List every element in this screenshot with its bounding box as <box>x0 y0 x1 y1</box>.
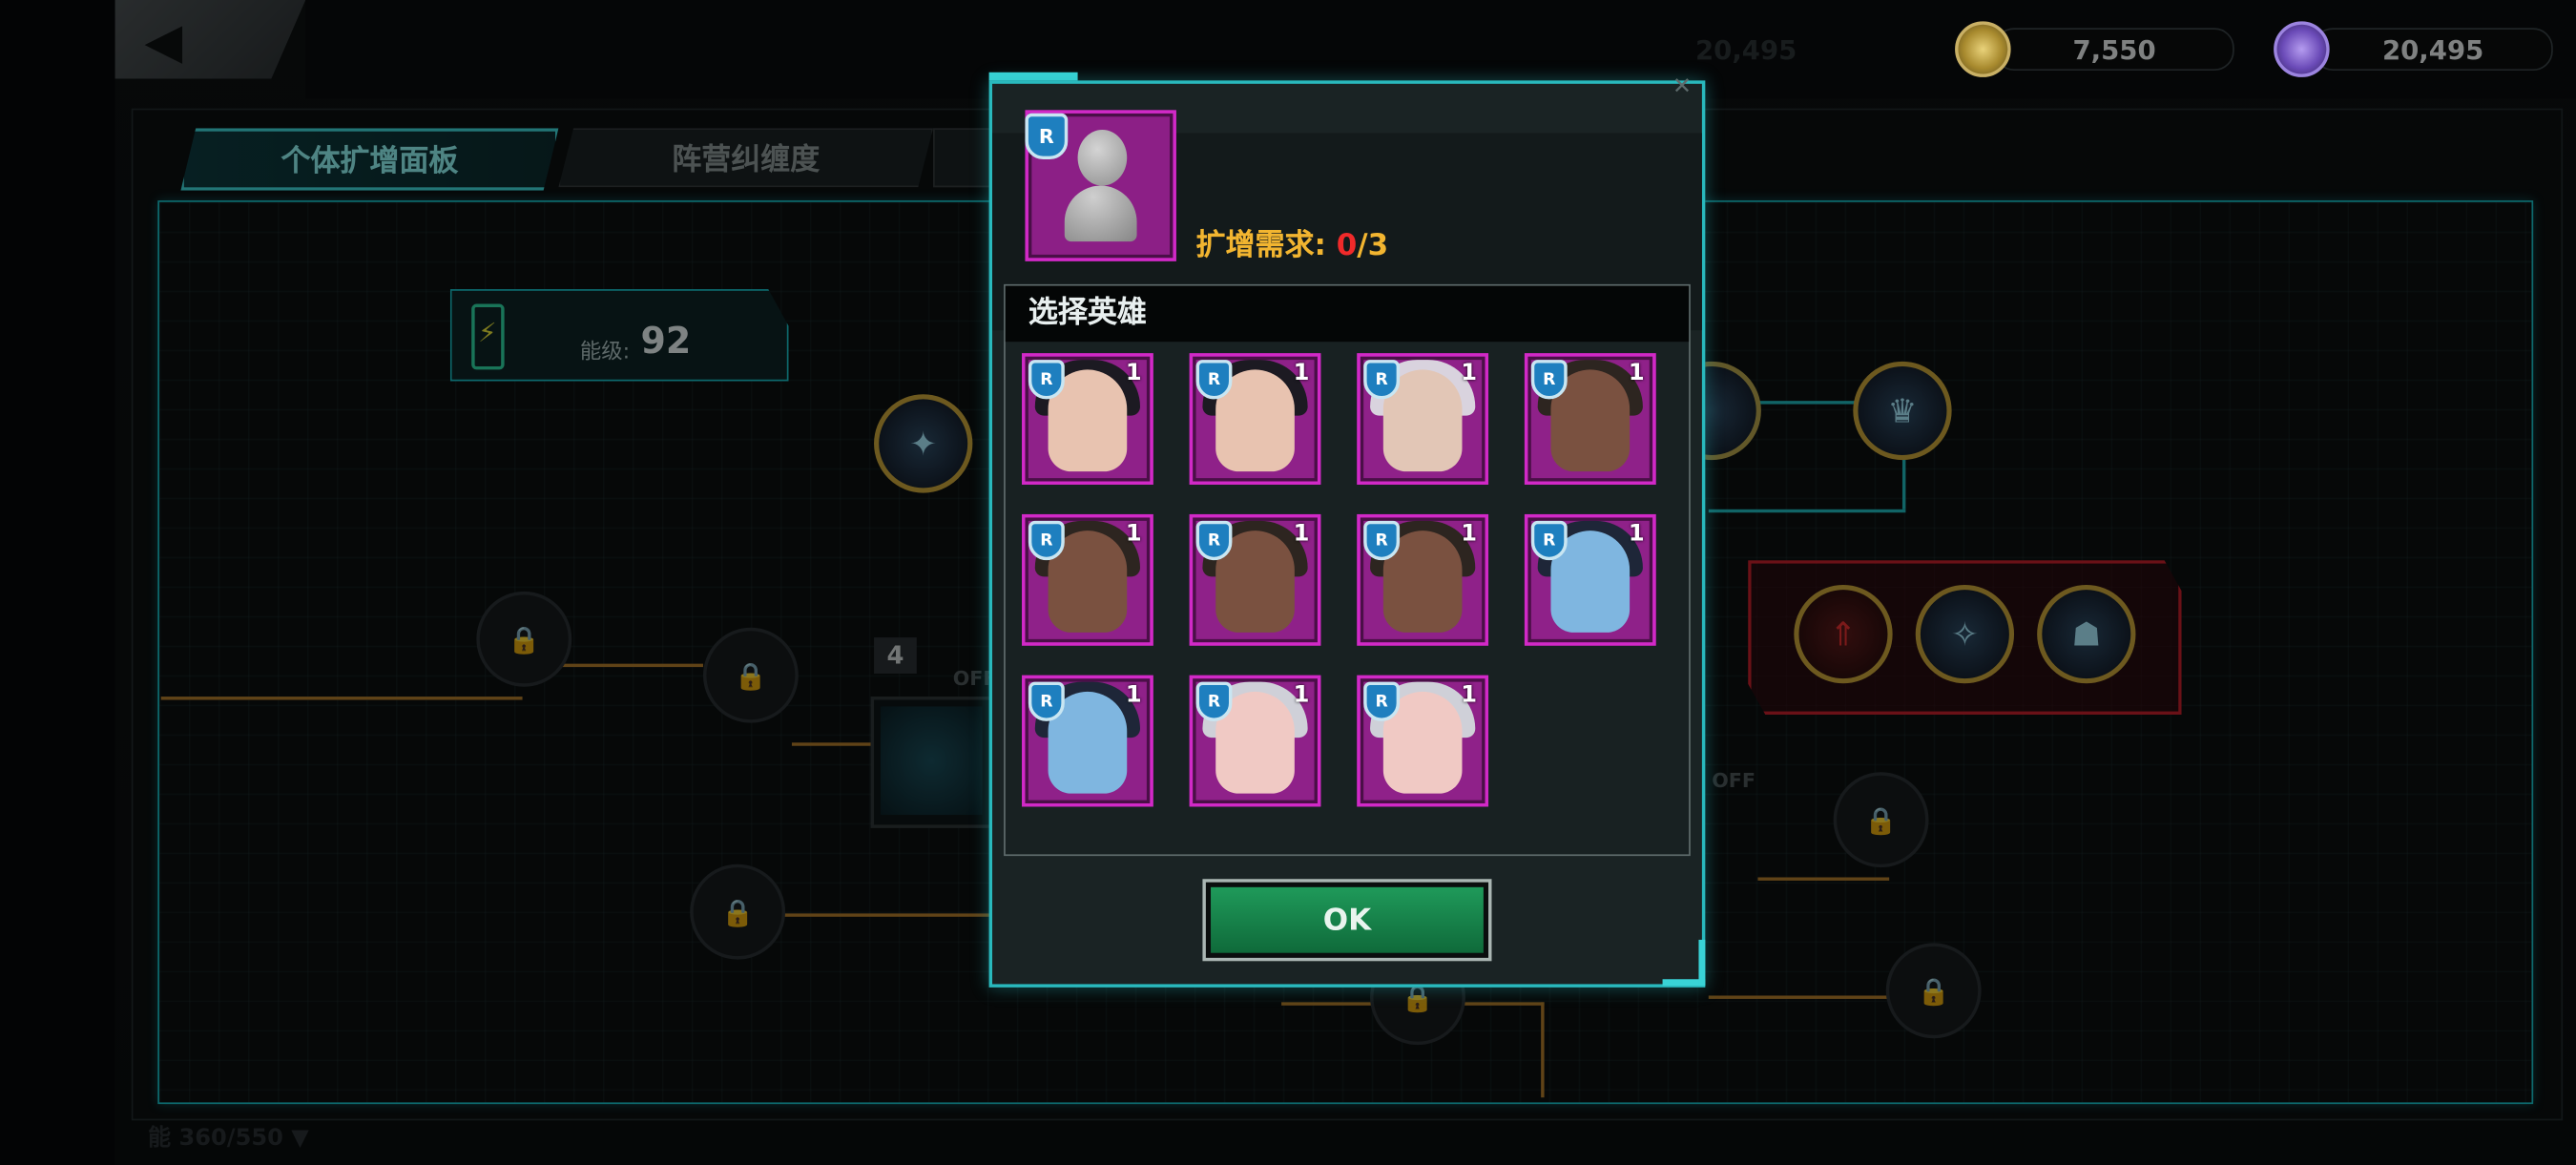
hero-count: 1 <box>1293 360 1310 386</box>
requirement-label: 扩增需求: <box>1195 228 1337 263</box>
select-hero-title: 选择英雄 <box>1005 285 1690 343</box>
hero-count: 1 <box>1461 360 1477 386</box>
rarity-shield-icon: R <box>1363 681 1401 721</box>
rarity-shield-icon: R <box>1028 681 1065 721</box>
hero-count: 1 <box>1293 681 1310 709</box>
requirement-current: 0 <box>1336 228 1358 263</box>
hero-card-green-eye-woman[interactable]: R1 <box>1189 513 1321 646</box>
hero-card-green-eye-woman[interactable]: R1 <box>1022 513 1153 646</box>
hero-count: 1 <box>1125 520 1142 548</box>
ok-button[interactable]: OK <box>1202 879 1492 962</box>
rarity-shield-icon: R <box>1363 360 1401 400</box>
hero-card-silver-hair-woman[interactable]: R1 <box>1357 675 1489 807</box>
hero-card-green-eye-woman[interactable]: R1 <box>1524 353 1656 485</box>
hero-count: 1 <box>1628 520 1645 548</box>
modal-accent <box>1662 939 1706 987</box>
hero-count: 1 <box>1461 681 1477 709</box>
hero-card-blue-skin-woman[interactable]: R1 <box>1022 675 1153 807</box>
rarity-shield-icon: R <box>1025 113 1069 160</box>
hero-card-dark-hair-woman[interactable]: R1 <box>1189 353 1321 485</box>
crystal-gear-icon <box>2274 21 2330 77</box>
rarity-shield-icon: R <box>1195 681 1233 721</box>
requirement-total: /3 <box>1357 228 1389 263</box>
hero-card-green-eye-woman[interactable]: R1 <box>1357 513 1489 646</box>
hero-count: 1 <box>1125 681 1142 709</box>
ok-label: OK <box>1211 886 1484 953</box>
hero-card-blue-skin-woman[interactable]: R1 <box>1524 513 1656 646</box>
gold-coin-icon <box>1955 21 2011 77</box>
hero-card-white-hair-man[interactable]: R1 <box>1357 353 1489 485</box>
rarity-shield-icon: R <box>1530 520 1568 561</box>
rarity-shield-icon: R <box>1530 360 1568 400</box>
rarity-shield-icon: R <box>1195 360 1233 400</box>
hero-card-silver-hair-woman[interactable]: R1 <box>1189 675 1321 807</box>
close-icon[interactable]: ✕ <box>1672 73 1692 100</box>
rarity-shield-icon: R <box>1028 520 1065 561</box>
rarity-shield-icon: R <box>1363 520 1401 561</box>
hero-count: 1 <box>1125 360 1142 386</box>
rarity-shield-icon: R <box>1028 360 1065 400</box>
hero-count: 1 <box>1293 520 1310 548</box>
hero-silhouette-icon <box>1064 130 1137 245</box>
hero-card-dark-hair-woman[interactable]: R1 <box>1022 353 1153 485</box>
hero-count: 1 <box>1461 520 1477 548</box>
amplify-requirement: 扩增需求: 0/3 <box>1196 221 1389 264</box>
hero-count: 1 <box>1628 360 1645 386</box>
rarity-shield-icon: R <box>1195 520 1233 561</box>
